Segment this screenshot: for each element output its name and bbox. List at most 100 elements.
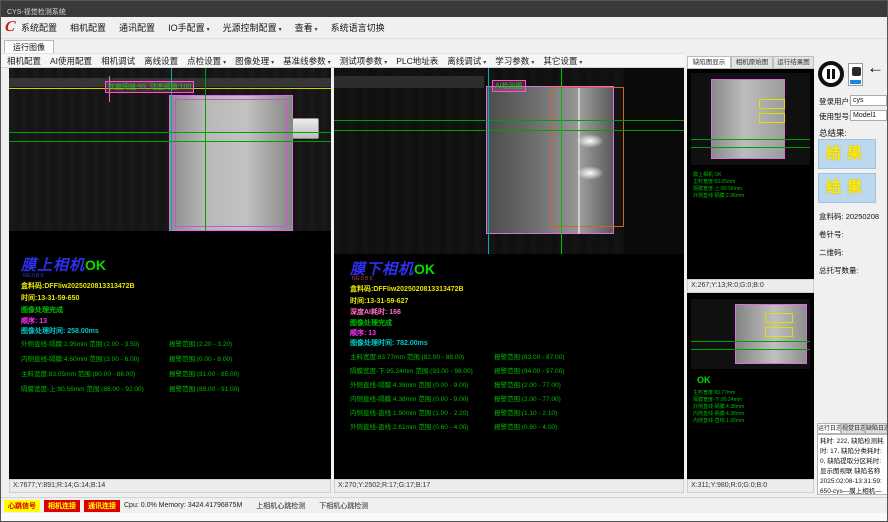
pause-icon (827, 69, 830, 79)
chevron-down-icon: ▾ (315, 27, 318, 33)
app-logo-icon: C (4, 19, 16, 36)
measure-alarm: 报警范围:(2.00 - 77.00) (494, 379, 561, 389)
tool-offline-setting[interactable]: 离线设置 (144, 55, 178, 67)
camera-icon (852, 67, 861, 76)
measure-value: 外侧直线-直线:2.61mm 范围:(0.60 - 4.00) (350, 421, 468, 431)
measure-value: 内侧直线-隔膜:4.60mm 范围:(3.00 - 6.00) (21, 353, 139, 363)
heartbeat-badge: 心跳信号 (4, 500, 40, 512)
preview-top-coord-bar: X:267;Y:13;R:0;G:0;B:0 (687, 279, 814, 293)
pause-icon (832, 69, 835, 79)
ai-overlay-label: AI检测图 (492, 80, 526, 92)
middle-camera-panel: AI检测图 膜下相机OK NG:0 B:0 盒料码:DFFIiw20250208… (334, 68, 684, 479)
tab-run-image[interactable]: 运行图像 (4, 40, 54, 53)
measure-alarm: 报警范围:(81.00 - 85.00) (169, 368, 239, 378)
measure-alarm: 报警范围:(89.00 - 91.00) (169, 383, 239, 393)
model-field[interactable]: Model1 (850, 110, 887, 121)
camera-view-button[interactable] (848, 63, 863, 86)
measure-value: 内侧直线-隔膜:4.38mm 范围:(0.00 - 9.00) (350, 393, 468, 403)
menu-camera-config[interactable]: 相机配置 (70, 21, 106, 34)
green-line-h1 (9, 132, 331, 133)
threshold-overlay-label: 灰度阈值:93, 动态阈值:100 (105, 81, 194, 93)
middle-sequence: 顺序: 13 (350, 328, 376, 338)
preview-tab-result[interactable]: 运行结果图 (773, 56, 814, 69)
menu-system-config[interactable]: 系统配置 (21, 21, 57, 34)
chevron-down-icon: ▾ (271, 60, 274, 66)
tool-test-params[interactable]: 测试项参数▾ (340, 55, 388, 67)
glow-spot-2 (576, 166, 604, 180)
menu-language-switch[interactable]: 系统语言切换 (331, 21, 385, 34)
menu-view[interactable]: 查看▾ (295, 21, 318, 34)
right-sidebar: ← 登录用户: cys 使用型号: Model1 总结果: 结果 结果 盒料码:… (816, 53, 888, 515)
tool-camera-config[interactable]: 相机配置 (7, 55, 41, 67)
yellow-annotation-box (759, 99, 785, 109)
middle-camera-image[interactable]: AI检测图 (334, 68, 684, 254)
tool-ai-config[interactable]: AI使用配置 (50, 55, 92, 67)
preview-tab-defect[interactable]: 缺陷图显示 (687, 56, 731, 69)
middle-ai-time: 深度AI耗时: 166 (350, 307, 401, 317)
preview-line: 外侧直线-隔膜:4.38mm (693, 403, 744, 410)
tray-count-label: 总托写数量: (819, 265, 859, 276)
menu-io-config[interactable]: IO手配置▾ (168, 21, 210, 34)
chevron-down-icon: ▾ (384, 60, 387, 66)
left-barcode: 盒料码:DFFIiw2025020813313472B (21, 281, 135, 291)
middle-process-time: 图像处理时间: 782.00ms (350, 338, 428, 348)
preview-image-top[interactable] (691, 73, 810, 165)
camera-connection-badge: 相机连接 (44, 500, 80, 512)
measure-alarm: 报警范围:(0.60 - 4.00) (494, 421, 557, 431)
preview-bottom-text: 主料宽度:83.77mm 隔膜宽度-下:95.24mm 外侧直线-隔膜:4.38… (693, 389, 744, 424)
dark-right-region (624, 68, 684, 254)
bright-edge-line (578, 88, 580, 234)
result-box-2: 结果 (818, 173, 876, 203)
measure-alarm: 报警范围:(1.10 - 2.10) (494, 407, 557, 417)
lower-camera-heartbeat-text: 下相机心跳检测 (319, 501, 368, 511)
back-arrow-button[interactable]: ← (867, 59, 884, 76)
log-tab-defect[interactable]: 缺陷日志 (865, 423, 888, 434)
result-box-1: 结果 (818, 139, 876, 169)
preview-line: 膜上相机 OK (693, 171, 744, 178)
tool-camera-debug[interactable]: 相机调试 (101, 55, 135, 67)
measure-alarm: 报警范围:(2.00 - 77.00) (494, 393, 561, 403)
preview-bottom-coord-bar: X:311;Y:980;R:0;G:0;B:0 (687, 479, 814, 493)
green-line-h2 (691, 147, 810, 148)
upper-camera-heartbeat-text: 上相机心跳检测 (256, 501, 305, 511)
preview-bottom-ok: OK (697, 375, 711, 385)
tool-baseline-params[interactable]: 基准线参数▾ (283, 55, 331, 67)
tool-learn-params[interactable]: 学习参数▾ (495, 55, 534, 67)
middle-process-done: 图像处理完成 (350, 318, 392, 328)
active-indicator (850, 80, 861, 84)
cell-inner-frame (175, 99, 287, 227)
login-user-field[interactable]: cys (850, 95, 887, 106)
measure-value: 内侧直线-直线:1.90mm 范围:(1.00 - 2.20) (350, 407, 468, 417)
preview-image-bottom[interactable] (691, 299, 810, 369)
green-line-h1 (334, 120, 684, 121)
tool-image-process[interactable]: 图像处理▾ (235, 55, 274, 67)
menu-light-config[interactable]: 光源控制配置▾ (223, 21, 282, 34)
left-camera-image[interactable]: 灰度阈值:93, 动态阈值:100 (9, 68, 331, 231)
preview-panel-bottom: OK 主料宽度:83.77mm 隔膜宽度-下:95.24mm 外侧直线-隔膜:4… (687, 293, 814, 479)
log-textarea[interactable]: 耗时: 222, 缺陷检测耗时: 17, 缺陷分类耗时: 0, 缺陷提取分区耗时… (817, 434, 888, 495)
tray-barcode-value: 20250208 (846, 212, 879, 221)
log-tab-run[interactable]: 运行日志 (817, 423, 841, 434)
measure-alarm: 报警范围:(83.00 - 87.00) (494, 351, 564, 361)
machine-band (334, 76, 484, 88)
chevron-down-icon: ▾ (531, 60, 534, 66)
tab-strip: 运行图像 (1, 39, 888, 53)
tool-spotcheck-setting[interactable]: 点检设置▾ (187, 55, 226, 67)
preview-line: 内侧直线-直线:1.90mm (693, 417, 744, 424)
measure-value: 主料宽度:83.77mm 范围:(82.00 - 88.00) (350, 351, 464, 361)
log-tab-vision[interactable]: 视觉日志 (841, 423, 865, 434)
tool-plc-table[interactable]: PLC地址表 (396, 55, 438, 67)
chevron-down-icon: ▾ (328, 60, 331, 66)
chevron-down-icon: ▾ (483, 60, 486, 66)
pause-button[interactable] (818, 61, 844, 87)
tool-offline-debug[interactable]: 离线调试▾ (447, 55, 486, 67)
needle-label: 卷针号: (819, 229, 844, 240)
bottom-strip (1, 513, 888, 522)
menu-comm-config[interactable]: 通讯配置 (119, 21, 155, 34)
measure-value: 隔膜宽度-下:95.24mm 范围:(93.00 - 98.00) (350, 365, 473, 375)
left-camera-panel: 灰度阈值:93, 动态阈值:100 膜上相机OK NG:0 B:0 盒料码:DF… (9, 68, 331, 479)
tool-other-settings[interactable]: 其它设置▾ (543, 55, 582, 67)
green-line-h2 (9, 141, 331, 142)
menu-bar: C 系统配置 相机配置 通讯配置 IO手配置▾ 光源控制配置▾ 查看▾ 系统语言… (1, 17, 888, 39)
preview-tab-raw[interactable]: 相机原始图 (731, 56, 773, 69)
